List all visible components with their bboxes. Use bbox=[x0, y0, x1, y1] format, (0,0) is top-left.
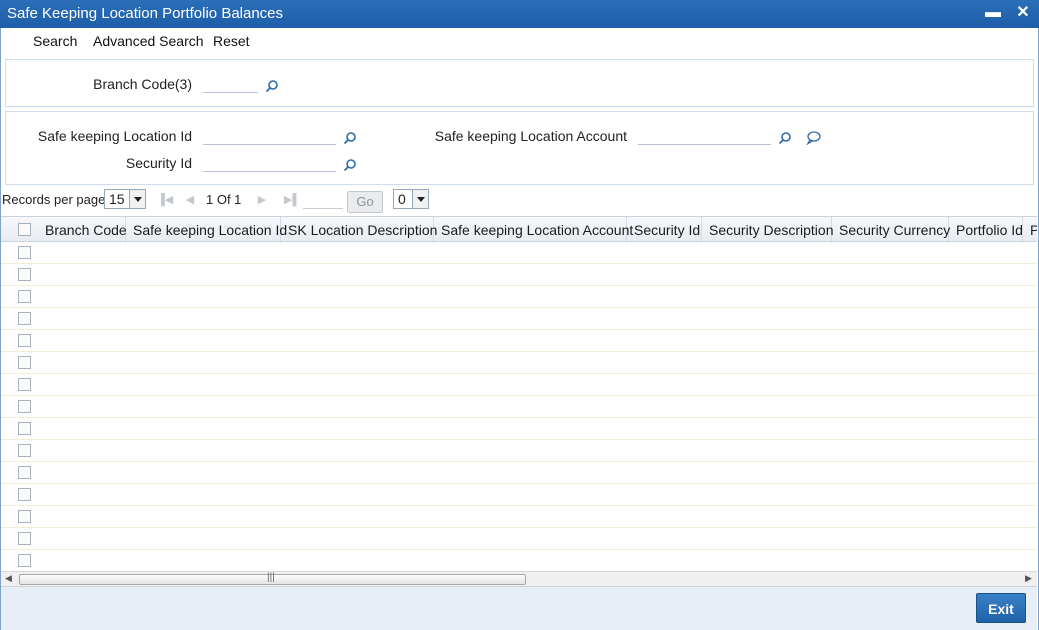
column-header[interactable]: Security Currency bbox=[832, 217, 950, 243]
go-button[interactable]: Go bbox=[347, 191, 383, 213]
grid-header: Branch Code Safe keeping Location Id SK … bbox=[1, 216, 1037, 243]
branch-code-search-icon[interactable] bbox=[265, 79, 279, 93]
table-row[interactable] bbox=[1, 286, 1037, 308]
table-row[interactable] bbox=[1, 242, 1037, 264]
column-header[interactable]: Security Description bbox=[702, 217, 834, 243]
table-row[interactable] bbox=[1, 308, 1037, 330]
sk-location-id-label: Safe keeping Location Id bbox=[37, 128, 192, 144]
results-grid: Branch Code Safe keeping Location Id SK … bbox=[1, 216, 1037, 571]
table-row[interactable] bbox=[1, 352, 1037, 374]
column-header[interactable]: Safe keeping Location Id bbox=[126, 217, 287, 243]
row-checkbox[interactable] bbox=[18, 444, 31, 457]
security-id-label: Security Id bbox=[125, 155, 192, 171]
table-row[interactable] bbox=[1, 330, 1037, 352]
column-header[interactable]: Branch Code bbox=[38, 217, 127, 243]
table-row[interactable] bbox=[1, 462, 1037, 484]
records-per-page-select[interactable]: 15 bbox=[104, 189, 146, 209]
next-page-icon[interactable]: ▶ bbox=[256, 194, 268, 206]
security-id-field[interactable] bbox=[203, 154, 336, 172]
pager: Records per page 15 ▐◀ ◀ 1 Of 1 ▶ ▶▌ 0 bbox=[0, 186, 1039, 216]
scrollbar-thumb[interactable]: ||| bbox=[19, 572, 526, 585]
table-row[interactable] bbox=[1, 264, 1037, 286]
row-checkbox[interactable] bbox=[18, 290, 31, 303]
row-checkbox[interactable] bbox=[18, 246, 31, 259]
minimize-icon[interactable]: ▬ bbox=[983, 3, 1003, 23]
security-id-search-icon[interactable] bbox=[343, 158, 357, 172]
row-checkbox[interactable] bbox=[18, 268, 31, 281]
horizontal-scrollbar[interactable]: ◀ ||| ▶ bbox=[1, 571, 1037, 586]
table-row[interactable] bbox=[1, 506, 1037, 528]
row-checkbox[interactable] bbox=[18, 532, 31, 545]
close-icon[interactable]: ✕ bbox=[1013, 3, 1033, 23]
table-row[interactable] bbox=[1, 396, 1037, 418]
chevron-down-icon bbox=[412, 190, 428, 208]
table-row[interactable] bbox=[1, 550, 1037, 571]
row-checkbox[interactable] bbox=[18, 422, 31, 435]
exit-button[interactable]: Exit bbox=[976, 593, 1026, 623]
grip-icon: ||| bbox=[267, 572, 275, 583]
table-row[interactable] bbox=[1, 528, 1037, 550]
column-header[interactable]: SK Location Description bbox=[281, 217, 437, 243]
branch-code-label: Branch Code(3) bbox=[93, 76, 192, 92]
menu-advanced-search[interactable]: Advanced Search bbox=[93, 33, 204, 49]
goto-page-field[interactable] bbox=[303, 191, 343, 209]
window-title: Safe Keeping Location Portfolio Balances bbox=[7, 5, 284, 22]
table-row[interactable] bbox=[1, 374, 1037, 396]
table-row[interactable] bbox=[1, 440, 1037, 462]
column-header[interactable]: Security Id bbox=[627, 217, 702, 243]
comment-icon[interactable] bbox=[806, 130, 821, 145]
footer-bar bbox=[1, 586, 1037, 630]
menu-search[interactable]: Search bbox=[33, 33, 77, 49]
sk-location-account-field[interactable] bbox=[638, 127, 771, 145]
row-checkbox[interactable] bbox=[18, 378, 31, 391]
page-select[interactable]: 0 bbox=[393, 189, 429, 209]
column-header[interactable]: P bbox=[1023, 217, 1037, 243]
menu-reset[interactable]: Reset bbox=[213, 33, 250, 49]
select-all-checkbox[interactable] bbox=[18, 223, 31, 236]
last-page-icon[interactable]: ▶▌ bbox=[284, 194, 300, 206]
chevron-down-icon bbox=[129, 190, 145, 208]
column-header[interactable]: Safe keeping Location Account bbox=[434, 217, 633, 243]
row-checkbox[interactable] bbox=[18, 466, 31, 479]
row-checkbox[interactable] bbox=[18, 312, 31, 325]
scroll-right-icon[interactable]: ▶ bbox=[1025, 573, 1032, 584]
first-page-icon[interactable]: ▐◀ bbox=[157, 194, 173, 206]
prev-page-icon[interactable]: ◀ bbox=[184, 194, 196, 206]
row-checkbox[interactable] bbox=[18, 400, 31, 413]
branch-code-field[interactable] bbox=[203, 75, 258, 93]
row-checkbox[interactable] bbox=[18, 554, 31, 567]
records-per-page-label: Records per page bbox=[2, 192, 106, 207]
row-checkbox[interactable] bbox=[18, 488, 31, 501]
row-checkbox[interactable] bbox=[18, 334, 31, 347]
criteria-panel bbox=[5, 111, 1034, 185]
column-header[interactable]: Portfolio Id bbox=[949, 217, 1023, 243]
page-info: 1 Of 1 bbox=[206, 192, 242, 207]
row-checkbox[interactable] bbox=[18, 356, 31, 369]
sk-location-id-field[interactable] bbox=[203, 127, 336, 145]
table-row[interactable] bbox=[1, 484, 1037, 506]
scroll-left-icon[interactable]: ◀ bbox=[5, 573, 12, 584]
table-row[interactable] bbox=[1, 418, 1037, 440]
sk-location-account-search-icon[interactable] bbox=[778, 131, 792, 145]
row-checkbox[interactable] bbox=[18, 510, 31, 523]
title-bar: Safe Keeping Location Portfolio Balances… bbox=[0, 0, 1039, 28]
sk-location-account-label: Safe keeping Location Account bbox=[434, 128, 627, 144]
sk-location-id-search-icon[interactable] bbox=[343, 131, 357, 145]
menu-bar: Search Advanced Search Reset bbox=[1, 28, 1037, 54]
